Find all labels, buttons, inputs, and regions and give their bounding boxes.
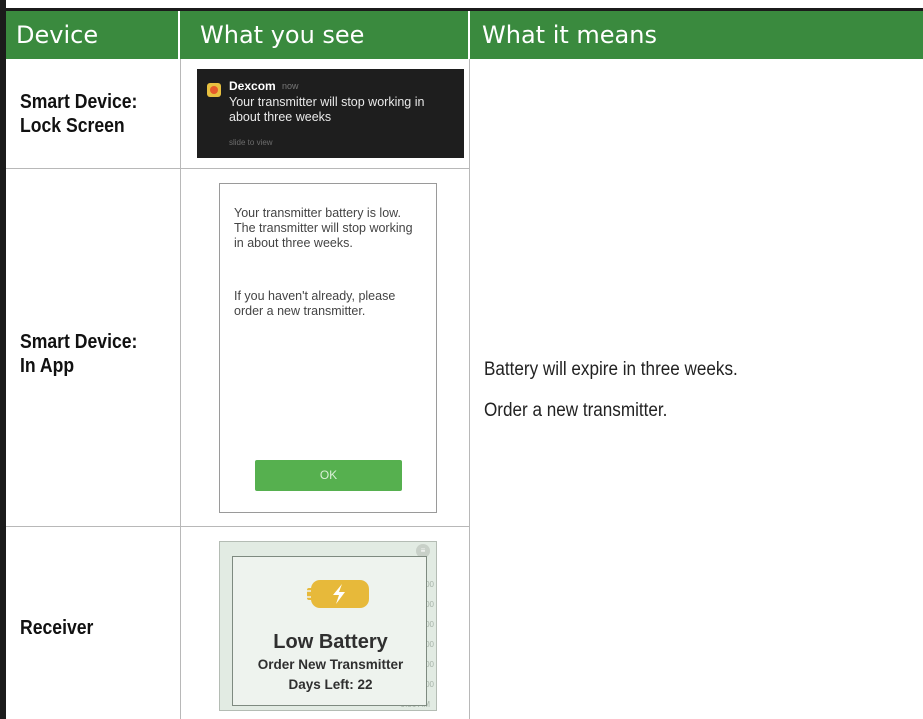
receiver-alert-title: Low Battery [273, 631, 388, 653]
header-divider [178, 11, 180, 59]
notification-message: Your transmitter will stop working in ab… [229, 95, 425, 124]
column-divider [180, 59, 181, 719]
row-divider [6, 526, 469, 527]
info-table: Device What you see What it means Smart … [0, 0, 923, 719]
notification-time: now [282, 81, 299, 91]
alert-instruction: If you haven't already, please order a n… [234, 289, 396, 318]
in-app-alert: Your transmitter battery is low. The tra… [219, 183, 437, 513]
ok-button[interactable]: OK [255, 460, 402, 491]
receiver-days-left: Days Left: 22 [288, 677, 373, 692]
header-what-you-see: What you see [200, 21, 365, 49]
receiver-alert-box: Low Battery Order New Transmitter Days L… [232, 556, 427, 706]
table-header: Device What you see What it means [6, 8, 923, 59]
lock-screen-notification[interactable]: Dexcom now Your transmitter will stop wo… [197, 69, 464, 158]
column-divider [469, 59, 470, 719]
meaning-line-2: Order a new transmitter. [484, 400, 668, 421]
header-divider [468, 11, 470, 59]
device-label-lock-screen: Smart Device: Lock Screen [20, 91, 138, 137]
header-device: Device [16, 21, 99, 49]
row-divider [6, 168, 469, 169]
receiver-alert-subtitle: Order New Transmitter [257, 657, 404, 672]
device-label-receiver: Receiver [20, 617, 94, 639]
notification-hint: slide to view [229, 138, 273, 147]
alert-message: Your transmitter battery is low. The tra… [234, 206, 413, 250]
battery-charge-icon [307, 580, 369, 608]
receiver-screen: ≡ 00 00 00 00 00 00 9:56 AM Low Battery … [219, 541, 437, 711]
device-label-in-app: Smart Device: In App [20, 331, 138, 377]
table-left-border [0, 0, 6, 719]
header-what-it-means: What it means [482, 21, 657, 49]
notification-app-name: Dexcom [229, 79, 276, 93]
dexcom-app-icon [207, 83, 221, 97]
meaning-line-1: Battery will expire in three weeks. [484, 359, 738, 380]
